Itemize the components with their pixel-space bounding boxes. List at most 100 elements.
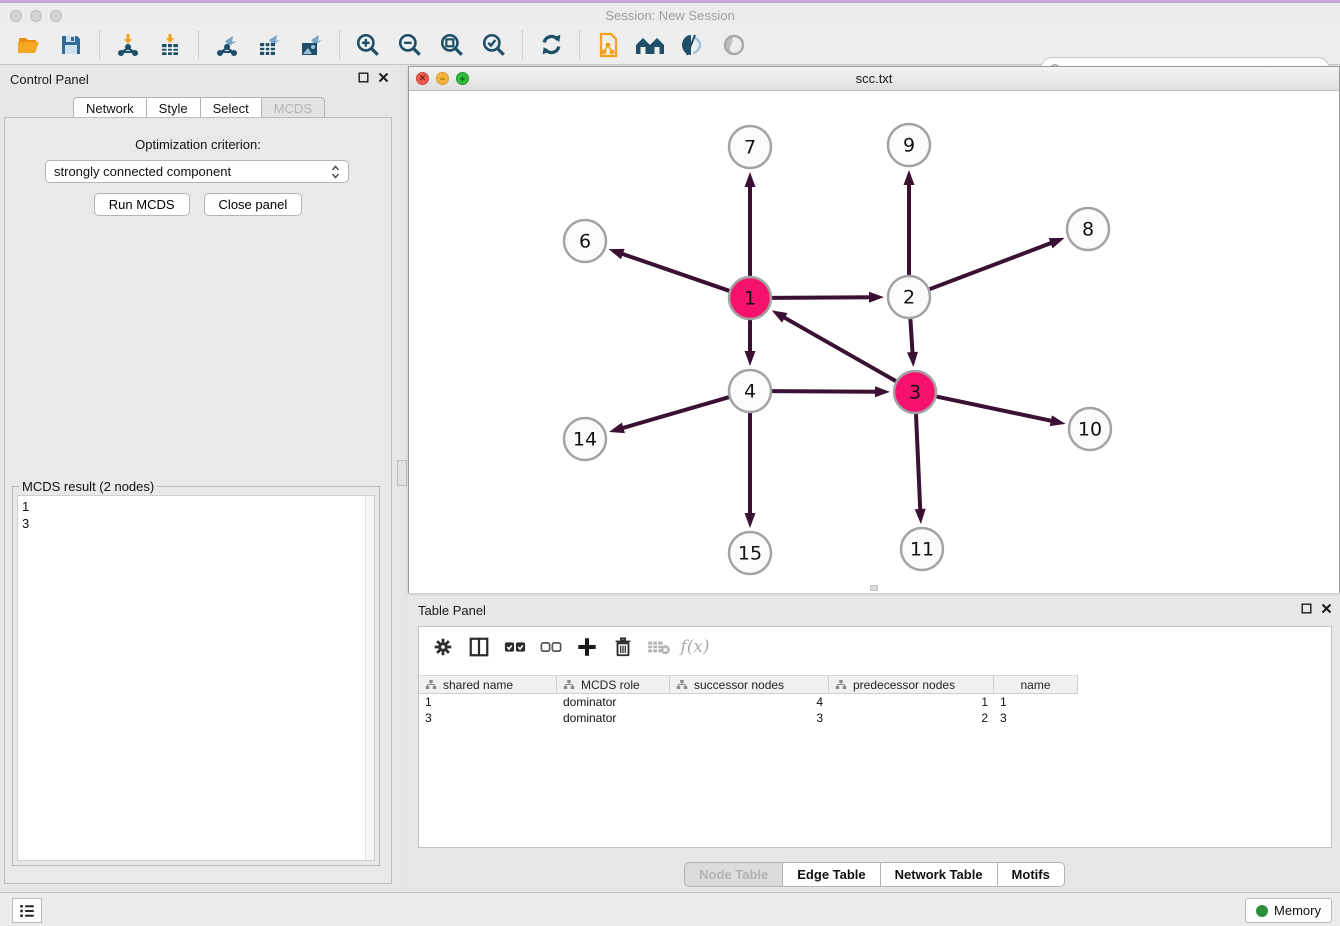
cell-name[interactable]: 3 [994, 711, 1078, 725]
show-graphics-details-button[interactable] [676, 29, 708, 61]
edge-arrowhead [609, 423, 625, 434]
cell-mcds-role[interactable]: dominator [557, 695, 670, 709]
graph-edge-3-11[interactable] [916, 414, 920, 512]
birds-eye-view-button[interactable] [718, 29, 750, 61]
cell-predecessor-nodes[interactable]: 2 [829, 711, 994, 725]
graph-edge-2-3[interactable] [910, 319, 912, 355]
cell-successor-nodes[interactable]: 3 [670, 711, 829, 725]
float-panel-icon[interactable] [358, 72, 369, 83]
mac-titlebar: Session: New Session [0, 0, 1340, 25]
export-table-icon [257, 33, 281, 57]
delete-table-icon [647, 637, 671, 657]
zoom-selected-button[interactable] [478, 29, 510, 61]
cell-successor-nodes[interactable]: 4 [670, 695, 829, 709]
mcds-result-textarea[interactable]: 1 3 [17, 495, 375, 861]
column-header-predecessor-nodes[interactable]: predecessor nodes [829, 675, 994, 694]
network-resize-grip[interactable] [870, 585, 878, 591]
function-builder-button[interactable]: f(x) [681, 633, 709, 661]
export-image-button[interactable] [295, 29, 327, 61]
export-network-button[interactable] [211, 29, 243, 61]
node-label: 4 [744, 381, 756, 403]
list-icon [18, 903, 36, 919]
control-panel-title: Control Panel [10, 72, 89, 87]
zoom-out-button[interactable] [394, 29, 426, 61]
node-table-container: f(x) shared name MCDS role successor nod… [418, 626, 1332, 848]
graph-edge-4-14[interactable] [621, 397, 729, 429]
graph-edge-3-10[interactable] [937, 397, 1054, 422]
cell-shared-name[interactable]: 3 [419, 711, 557, 725]
table-settings-button[interactable] [429, 633, 457, 661]
toolbar-separator [522, 31, 523, 59]
gear-icon [432, 636, 454, 658]
toolbar-separator [99, 31, 100, 59]
edge-arrowhead [869, 292, 884, 303]
session-title: Session: New Session [0, 8, 1340, 23]
show-task-history-button[interactable] [12, 898, 42, 923]
network-window-title: scc.txt [409, 71, 1339, 86]
float-table-panel-icon[interactable] [1301, 603, 1312, 614]
export-network-icon [215, 33, 239, 57]
deselect-all-button[interactable] [537, 633, 565, 661]
table-row[interactable]: 3 dominator 3 2 3 [419, 710, 1331, 726]
import-table-button[interactable] [154, 29, 186, 61]
mcds-result-legend: MCDS result (2 nodes) [19, 479, 157, 494]
shared-column-icon [563, 679, 575, 691]
tab-node-table[interactable]: Node Table [684, 862, 783, 887]
new-network-from-selection-button[interactable] [592, 29, 624, 61]
cell-predecessor-nodes[interactable]: 1 [829, 695, 994, 709]
cell-mcds-role[interactable]: dominator [557, 711, 670, 725]
column-header-name[interactable]: name [994, 675, 1078, 694]
network-window-titlebar[interactable]: ✕ − + scc.txt [409, 67, 1339, 91]
apply-layout-button[interactable] [535, 29, 567, 61]
graph-edge-4-3[interactable] [772, 391, 878, 392]
graph-edge-1-6[interactable] [620, 253, 729, 291]
column-header-shared-name[interactable]: shared name [419, 675, 557, 694]
delete-row-button[interactable] [609, 633, 637, 661]
node-label: 2 [903, 287, 915, 309]
houses-icon [635, 33, 665, 57]
table-panel-title: Table Panel [418, 603, 486, 618]
first-neighbors-button[interactable] [634, 29, 666, 61]
network-graph-canvas[interactable]: 7968124314101511 [409, 92, 1339, 593]
memory-button[interactable]: Memory [1245, 898, 1332, 923]
graph-edge-3-1[interactable] [782, 316, 896, 381]
close-panel-icon[interactable] [378, 72, 389, 83]
edge-arrowhead [772, 310, 788, 322]
zoom-in-button[interactable] [352, 29, 384, 61]
save-session-button[interactable] [55, 29, 87, 61]
select-all-button[interactable] [501, 633, 529, 661]
column-header-successor-nodes[interactable]: successor nodes [670, 675, 829, 694]
tab-edge-table[interactable]: Edge Table [782, 862, 880, 887]
control-panel: Control Panel Network Style Select MCDS … [0, 65, 397, 888]
cell-name[interactable]: 1 [994, 695, 1078, 709]
tab-network-table[interactable]: Network Table [880, 862, 998, 887]
add-row-button[interactable] [573, 633, 601, 661]
fit-content-button[interactable] [436, 29, 468, 61]
run-mcds-button[interactable]: Run MCDS [94, 193, 190, 216]
zoom-selected-icon [481, 32, 507, 58]
import-network-button[interactable] [112, 29, 144, 61]
tab-motifs[interactable]: Motifs [997, 862, 1065, 887]
export-table-button[interactable] [253, 29, 285, 61]
mcds-result-line: 3 [22, 515, 370, 532]
table-panel: Table Panel [408, 596, 1340, 888]
delete-table-button[interactable] [645, 633, 673, 661]
table-panel-tabs: Node Table Edge Table Network Table Moti… [408, 862, 1340, 887]
optimization-criterion-dropdown[interactable]: strongly connected component [45, 160, 349, 183]
open-folder-icon [16, 33, 42, 57]
table-row[interactable]: 1 dominator 4 1 1 [419, 694, 1331, 710]
result-scrollbar[interactable] [365, 496, 374, 860]
edge-arrowhead [745, 351, 756, 366]
graph-edge-1-2[interactable] [772, 297, 872, 298]
cell-shared-name[interactable]: 1 [419, 695, 557, 709]
panel-splitter-grip[interactable] [397, 460, 407, 486]
close-table-panel-icon[interactable] [1321, 603, 1332, 614]
graph-edge-2-8[interactable] [930, 242, 1054, 289]
mcds-tab-content: Optimization criterion: strongly connect… [4, 117, 392, 884]
column-header-mcds-role[interactable]: MCDS role [557, 675, 670, 694]
close-panel-button[interactable]: Close panel [204, 193, 303, 216]
show-column-panel-button[interactable] [465, 633, 493, 661]
toolbar-separator [339, 31, 340, 59]
table-header-row: shared name MCDS role successor nodes pr… [419, 675, 1331, 694]
open-session-button[interactable] [13, 29, 45, 61]
